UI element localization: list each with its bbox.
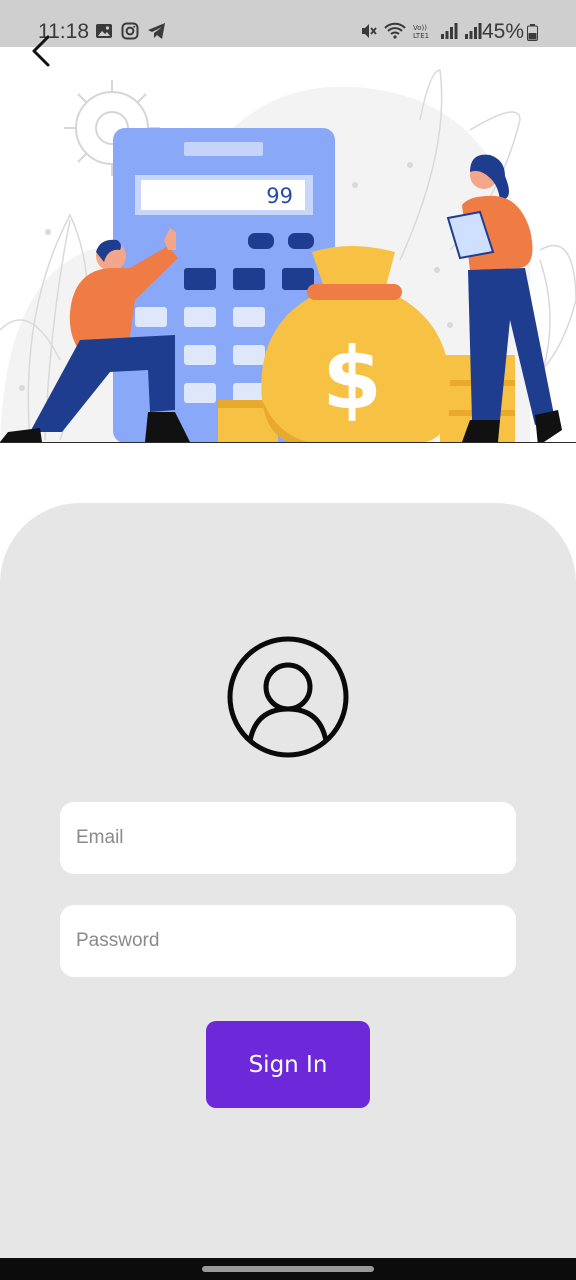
mute-icon (362, 24, 377, 38)
volte-icon: Vo))LTE1 (413, 24, 429, 40)
signal-icon (441, 23, 458, 39)
sign-in-button[interactable]: Sign In (206, 1021, 370, 1108)
battery-percent: 45% (481, 20, 524, 43)
finance-illustration: 99 $ (0, 69, 576, 443)
back-arrow-icon[interactable] (28, 33, 58, 69)
user-avatar-icon (227, 636, 349, 758)
status-bar: 11:18 Vo)) LTE1 45% (0, 0, 576, 47)
battery-icon (527, 24, 538, 41)
instagram-icon (121, 22, 139, 40)
divider-line (0, 442, 576, 443)
email-field[interactable] (60, 802, 516, 874)
home-indicator[interactable] (202, 1266, 374, 1272)
svg-text:Vo)): Vo)) (413, 24, 427, 32)
svg-text:LTE1: LTE1 (413, 32, 429, 40)
hero-illustration: 99 $ (0, 47, 576, 443)
password-field[interactable] (60, 905, 516, 977)
signal-r-icon (465, 23, 482, 39)
telegram-icon (148, 23, 165, 39)
login-card (0, 503, 576, 1258)
image-icon (96, 24, 112, 38)
wifi-icon (384, 22, 406, 39)
svg-text:$: $ (322, 329, 382, 429)
calculator-display: 99 (266, 184, 293, 208)
